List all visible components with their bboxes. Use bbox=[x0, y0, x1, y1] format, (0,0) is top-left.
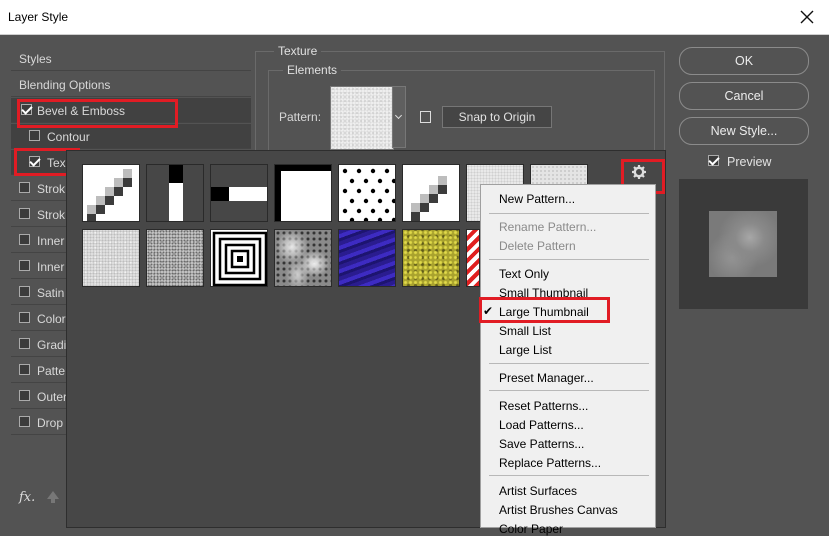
menu-item-large-list[interactable]: Large List bbox=[499, 343, 552, 357]
bevel-emboss-item[interactable]: Bevel & Emboss bbox=[11, 98, 251, 123]
checkmark-icon: ✔ bbox=[483, 304, 494, 318]
fx-label: fx bbox=[19, 490, 32, 505]
pattern-thumb-horizontal-bar[interactable] bbox=[210, 164, 268, 222]
pattern-thumb-blue-waves[interactable] bbox=[338, 229, 396, 287]
stroke-label: Strok bbox=[37, 182, 66, 196]
pattern-thumb-red-stripes[interactable] bbox=[466, 229, 480, 287]
pattern-swatch[interactable] bbox=[330, 86, 394, 150]
pattern-thumb-marble[interactable] bbox=[274, 229, 332, 287]
menu-item-replace-patterns[interactable]: Replace Patterns... bbox=[499, 456, 601, 470]
menu-item-reset-patterns[interactable]: Reset Patterns... bbox=[499, 399, 588, 413]
texture-checkbox[interactable] bbox=[29, 156, 40, 167]
pattern-thumb-vertical-bar[interactable] bbox=[146, 164, 204, 222]
window-title: Layer Style bbox=[8, 10, 69, 24]
pattern-thumb-dots[interactable] bbox=[338, 164, 396, 222]
pattern-context-menu: New Pattern... Rename Pattern... Delete … bbox=[480, 184, 656, 536]
menu-separator bbox=[489, 213, 649, 214]
title-bar: Layer Style bbox=[0, 0, 829, 35]
menu-item-large-thumbnail[interactable]: ✔ Large Thumbnail bbox=[483, 304, 589, 319]
stroke-checkbox-2[interactable] bbox=[19, 208, 30, 219]
satin-label: Satin bbox=[37, 286, 65, 300]
menu-item-artist-surfaces[interactable]: Artist Surfaces bbox=[499, 484, 577, 498]
fx-dot: . bbox=[31, 490, 36, 505]
bevel-emboss-label: Bevel & Emboss bbox=[37, 104, 126, 118]
ok-button[interactable]: OK bbox=[679, 47, 809, 75]
color-overlay-label: Color bbox=[37, 312, 66, 326]
menu-item-text-only[interactable]: Text Only bbox=[499, 267, 549, 281]
contour-label: Contour bbox=[47, 130, 90, 144]
menu-item-large-thumbnail-label: Large Thumbnail bbox=[499, 305, 589, 319]
menu-item-preset-manager[interactable]: Preset Manager... bbox=[499, 371, 594, 385]
new-style-button[interactable]: New Style... bbox=[679, 117, 809, 145]
menu-item-delete-pattern[interactable]: Delete Pattern bbox=[499, 239, 576, 253]
menu-item-small-list[interactable]: Small List bbox=[499, 324, 551, 338]
style-preview bbox=[679, 179, 808, 309]
preview-checkbox[interactable] bbox=[708, 155, 719, 166]
menu-item-new-pattern[interactable]: New Pattern... bbox=[499, 192, 575, 206]
menu-item-rename-pattern[interactable]: Rename Pattern... bbox=[499, 220, 596, 234]
pattern-label: Pattern: bbox=[279, 110, 322, 124]
gradient-overlay-label: Gradi bbox=[37, 338, 67, 352]
pattern-thumb-diagonal-squares[interactable] bbox=[82, 164, 140, 222]
styles-label: Styles bbox=[19, 52, 52, 66]
contour-item[interactable]: Contour bbox=[11, 124, 251, 149]
cancel-button[interactable]: Cancel bbox=[679, 82, 809, 110]
pattern-overlay-label: Patte bbox=[37, 364, 66, 378]
close-icon[interactable] bbox=[797, 7, 817, 27]
menu-item-save-patterns[interactable]: Save Patterns... bbox=[499, 437, 584, 451]
inner-shadow-label: Inner bbox=[37, 234, 65, 248]
pattern-thumb-diagonal-squares-2[interactable] bbox=[402, 164, 460, 222]
chevron-down-icon[interactable] bbox=[392, 86, 406, 148]
gradient-overlay-checkbox[interactable] bbox=[19, 338, 30, 349]
menu-item-small-thumbnail[interactable]: Small Thumbnail bbox=[499, 286, 588, 300]
menu-separator bbox=[489, 390, 649, 391]
fx-menu-button[interactable]: fx. bbox=[19, 490, 35, 505]
elements-group-title: Elements bbox=[283, 63, 342, 77]
drop-shadow-checkbox[interactable] bbox=[19, 416, 30, 427]
menu-separator bbox=[489, 363, 649, 364]
snap-to-origin-button[interactable]: Snap to Origin bbox=[442, 106, 552, 128]
preview-label: Preview bbox=[727, 155, 772, 169]
pattern-thumb-corner-square[interactable] bbox=[274, 164, 332, 222]
inner-glow-label: Inner bbox=[37, 260, 65, 274]
pattern-thumb-fine-noise[interactable] bbox=[82, 229, 140, 287]
stroke-label-2: Strok bbox=[37, 208, 66, 222]
menu-item-load-patterns[interactable]: Load Patterns... bbox=[499, 418, 584, 432]
outer-glow-label: Outer bbox=[37, 390, 68, 404]
drop-shadow-label: Drop bbox=[37, 416, 64, 430]
menu-item-artist-brushes-canvas[interactable]: Artist Brushes Canvas bbox=[499, 503, 618, 517]
contour-checkbox[interactable] bbox=[29, 130, 40, 141]
pattern-overlay-checkbox[interactable] bbox=[19, 364, 30, 375]
texture-label: Tex bbox=[47, 156, 66, 170]
menu-item-color-paper[interactable]: Color Paper bbox=[499, 522, 563, 536]
fx-toolbar: fx. bbox=[11, 485, 71, 515]
pattern-thumb-dense-noise[interactable] bbox=[146, 229, 204, 287]
preview-thumbnail bbox=[709, 211, 777, 277]
move-up-arrow-icon[interactable] bbox=[47, 491, 59, 503]
texture-group-title: Texture bbox=[274, 44, 322, 58]
pattern-thumb-concentric-squares[interactable] bbox=[210, 229, 268, 287]
menu-separator bbox=[489, 259, 649, 260]
styles-header[interactable]: Styles bbox=[11, 46, 251, 71]
satin-checkbox[interactable] bbox=[19, 286, 30, 297]
color-overlay-checkbox[interactable] bbox=[19, 312, 30, 323]
stroke-checkbox[interactable] bbox=[19, 182, 30, 193]
outer-glow-checkbox[interactable] bbox=[19, 390, 30, 401]
new-preset-icon[interactable] bbox=[420, 111, 431, 123]
inner-glow-checkbox[interactable] bbox=[19, 260, 30, 271]
blending-options-item[interactable]: Blending Options bbox=[11, 72, 251, 97]
menu-separator bbox=[489, 475, 649, 476]
bevel-emboss-checkbox[interactable] bbox=[21, 104, 32, 115]
inner-shadow-checkbox[interactable] bbox=[19, 234, 30, 245]
pattern-thumb-yellow-rock[interactable] bbox=[402, 229, 460, 287]
blending-options-label: Blending Options bbox=[19, 78, 111, 92]
